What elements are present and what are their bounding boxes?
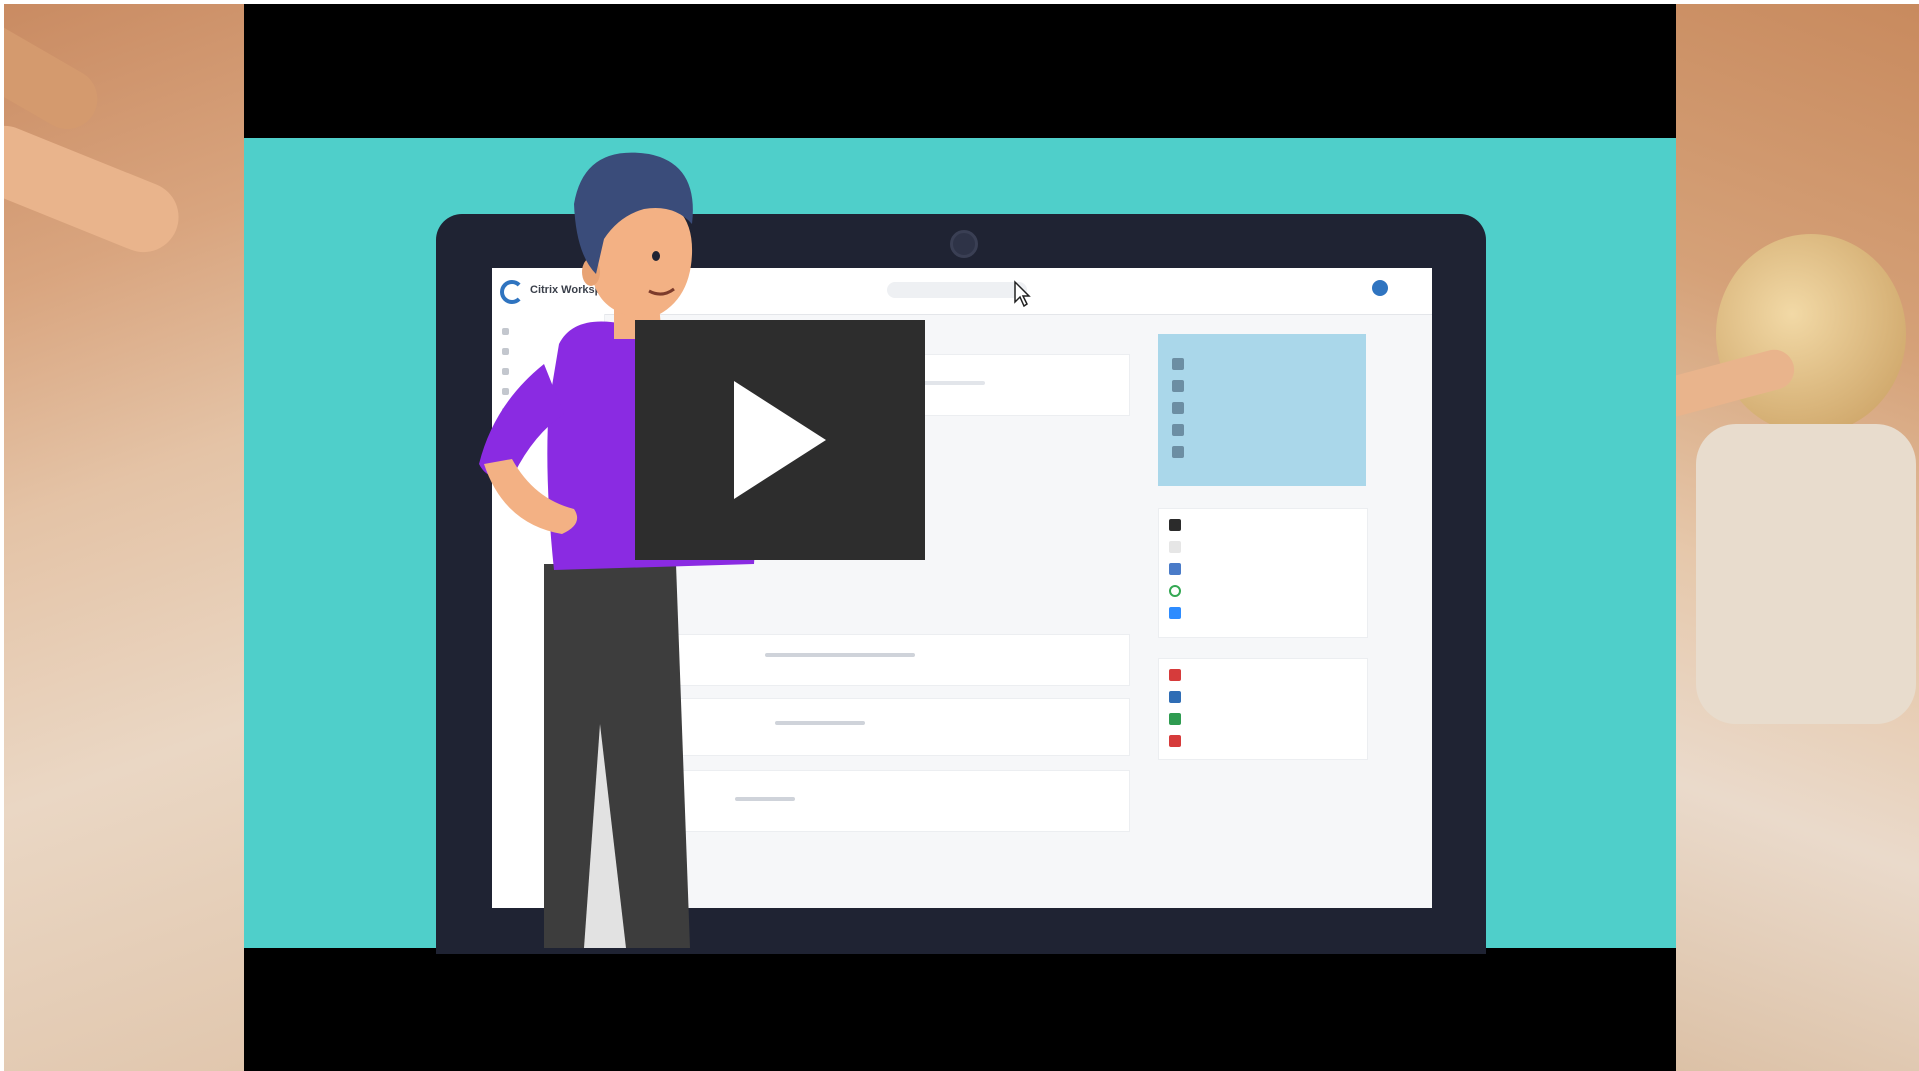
panel-row bbox=[1172, 424, 1192, 436]
files-icon bbox=[502, 408, 509, 415]
apps-list bbox=[1158, 508, 1368, 638]
feed-card bbox=[614, 634, 1130, 686]
app-item bbox=[1169, 607, 1189, 619]
sheet-icon bbox=[1169, 713, 1181, 725]
app-item bbox=[1169, 585, 1189, 597]
apps-icon bbox=[502, 368, 509, 375]
panel-row bbox=[1172, 380, 1192, 392]
app-icon bbox=[1169, 563, 1181, 575]
inbox-icon bbox=[1172, 358, 1184, 370]
app-icon bbox=[1169, 519, 1181, 531]
play-button[interactable] bbox=[635, 320, 925, 560]
background-photo-right bbox=[1676, 4, 1919, 1071]
pdf-icon bbox=[1169, 735, 1181, 747]
webcam-icon bbox=[950, 230, 978, 258]
feed-card bbox=[614, 698, 1130, 756]
file-item bbox=[1169, 691, 1189, 703]
mouse-pointer-icon bbox=[1014, 280, 1031, 308]
panel-row bbox=[1172, 358, 1192, 370]
sidebar-item bbox=[502, 368, 515, 375]
user-icon bbox=[1172, 380, 1184, 392]
text-line bbox=[735, 797, 795, 801]
sidebar-item bbox=[502, 388, 515, 395]
highlighted-panel bbox=[1158, 334, 1366, 486]
citrix-logo-icon bbox=[500, 280, 524, 304]
inbox-icon bbox=[1172, 402, 1184, 414]
app-item bbox=[1169, 541, 1189, 553]
sidebar-item bbox=[502, 408, 515, 415]
background-photo-left bbox=[4, 4, 244, 1071]
home-icon bbox=[502, 328, 509, 335]
actions-icon bbox=[502, 348, 509, 355]
search-input bbox=[887, 282, 1027, 298]
desktops-icon bbox=[502, 388, 509, 395]
video-thumbnail: Citrix Workspace bbox=[244, 138, 1676, 954]
avatar bbox=[1372, 280, 1388, 296]
user-icon bbox=[1172, 446, 1184, 458]
panel-row bbox=[1172, 402, 1192, 414]
sidebar-item bbox=[502, 328, 515, 335]
laptop-illustration: Citrix Workspace bbox=[436, 214, 1486, 954]
star-icon bbox=[1172, 424, 1184, 436]
doc-icon bbox=[1169, 691, 1181, 703]
text-line bbox=[775, 721, 865, 725]
video-player[interactable]: Citrix Workspace bbox=[244, 4, 1676, 1071]
text-line bbox=[765, 653, 915, 657]
app-item bbox=[1169, 519, 1189, 531]
pdf-icon bbox=[1169, 669, 1181, 681]
play-icon bbox=[734, 381, 826, 499]
panel-row bbox=[1172, 446, 1192, 458]
app-name: Citrix Workspace bbox=[530, 284, 620, 296]
file-item bbox=[1169, 735, 1189, 747]
sidebar-item bbox=[502, 348, 515, 355]
recent-files-list bbox=[1158, 658, 1368, 760]
file-item bbox=[1169, 669, 1189, 681]
hair-shape bbox=[1716, 234, 1906, 434]
sidebar bbox=[492, 314, 605, 908]
app-item bbox=[1169, 563, 1189, 575]
app-header: Citrix Workspace bbox=[492, 268, 1432, 315]
app-icon bbox=[1169, 607, 1181, 619]
file-item bbox=[1169, 713, 1189, 725]
arm-shape bbox=[4, 8, 109, 140]
arm-shape bbox=[4, 115, 190, 263]
shirt-shape bbox=[1696, 424, 1916, 724]
app-icon bbox=[1169, 541, 1181, 553]
google-icon bbox=[1169, 585, 1181, 597]
feed-card bbox=[614, 770, 1130, 832]
laptop-screen: Citrix Workspace bbox=[492, 268, 1432, 908]
